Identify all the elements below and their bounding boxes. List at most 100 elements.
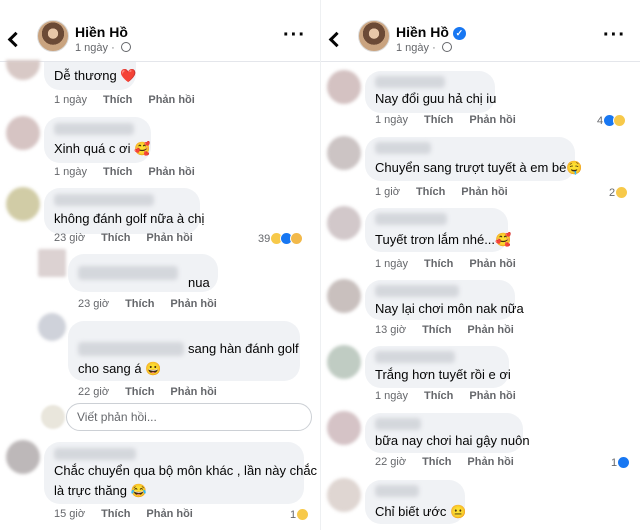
blurred-author-name [375, 142, 431, 154]
comment-actions: 1 ngày Thích Phản hồi [375, 258, 516, 270]
reply-button[interactable]: Phản hồi [146, 508, 192, 520]
avatar[interactable] [38, 313, 66, 341]
avatar[interactable] [6, 116, 40, 150]
reaction-count[interactable]: 4 [597, 114, 627, 127]
like-button[interactable]: Thích [416, 186, 445, 198]
blurred-author-name [54, 448, 136, 460]
like-button[interactable]: Thích [424, 114, 453, 126]
comment-actions: 1 ngày Thích Phản hồi [375, 114, 516, 126]
reply-button[interactable]: Phản hồi [467, 456, 513, 468]
blurred-author-name [375, 418, 421, 430]
globe-icon [120, 42, 131, 52]
comment-actions: 1 ngày Thích Phản hồi [54, 166, 195, 178]
like-button[interactable]: Thích [103, 94, 132, 106]
like-button[interactable]: Thích [103, 166, 132, 178]
reply-button[interactable]: Phản hồi [469, 390, 515, 402]
comment-text: Nay lại chơi môn nak nữa [375, 301, 524, 316]
post-header: Hiền Hồ ✓ 1 ngày · ··· [321, 0, 640, 62]
like-button[interactable]: Thích [422, 324, 451, 336]
comment-text: Trắng hơn tuyết rồi e ơi [375, 367, 511, 382]
reply-button[interactable]: Phản hồi [148, 166, 194, 178]
blurred-author-name [375, 485, 419, 497]
avatar[interactable] [37, 20, 69, 52]
blurred-author-name [54, 194, 154, 206]
comment-text: là trực thăng 😂 [54, 483, 147, 498]
haha-reaction-icon [613, 114, 627, 127]
avatar[interactable] [327, 70, 361, 104]
comment-text: không đánh golf nữa à chị [54, 211, 205, 226]
like-button[interactable]: Thích [424, 390, 453, 402]
verified-badge-icon: ✓ [452, 27, 466, 40]
reaction-count[interactable]: 1 [290, 508, 310, 521]
back-button[interactable] [328, 27, 345, 49]
reply-button[interactable]: Phản hồi [469, 258, 515, 270]
like-reaction-icon [617, 456, 631, 469]
avatar[interactable] [38, 249, 66, 277]
avatar[interactable] [6, 60, 40, 80]
haha-reaction-icon [615, 186, 629, 199]
like-button[interactable]: Thích [422, 456, 451, 468]
comment-actions: 22 giờ Thích Phản hồi [375, 456, 514, 468]
comment-text: Chỉ biết ước 😐 [375, 504, 467, 519]
reply-button[interactable]: Phản hồi [469, 114, 515, 126]
avatar[interactable] [327, 345, 361, 379]
like-button[interactable]: Thích [101, 508, 130, 520]
reply-button[interactable]: Phản hồi [467, 324, 513, 336]
avatar[interactable] [358, 20, 390, 52]
comment-actions: 1 ngày Thích Phản hồi [375, 390, 516, 402]
haha-reaction-icon [296, 508, 310, 521]
comment-text: bữa nay chơi hai gậy nuôn [375, 433, 530, 448]
post-time: 1 ngày · [396, 42, 452, 54]
reply-button[interactable]: Phản hồi [170, 386, 216, 398]
comment-actions: 23 giờ Thích Phản hồi [78, 298, 217, 310]
reaction-count[interactable]: 39 [258, 232, 304, 245]
comment-text: Dễ thương ❤️ [54, 68, 137, 83]
reaction-count[interactable]: 2 [609, 186, 629, 199]
comment-text: sang hàn đánh golf [188, 341, 299, 356]
reply-button[interactable]: Phản hồi [170, 298, 216, 310]
comment-actions: 1 giờ Thích Phản hồi [375, 186, 508, 198]
blurred-author-name [375, 76, 445, 88]
like-button[interactable]: Thích [101, 232, 130, 244]
chevron-left-icon [7, 31, 24, 48]
comment-actions: 15 giờ Thích Phản hồi [54, 508, 193, 520]
avatar[interactable] [6, 187, 40, 221]
avatar[interactable] [327, 411, 361, 445]
comment-text: cho sang á 😀 [78, 361, 162, 376]
more-options-button[interactable]: ··· [283, 25, 306, 45]
comment-actions: 22 giờ Thích Phản hồi [78, 386, 217, 398]
post-time: 1 ngày · [75, 42, 131, 54]
avatar[interactable] [327, 478, 361, 512]
comment-text: Chắc chuyển qua bộ môn khác , lần này ch… [54, 463, 318, 478]
reply-button[interactable]: Phản hồi [146, 232, 192, 244]
globe-icon [441, 42, 452, 52]
reply-input[interactable]: Viết phản hồi... [66, 403, 312, 431]
blurred-author-name [375, 351, 455, 363]
reaction-count[interactable]: 1 [611, 456, 631, 469]
blurred-author-name [375, 285, 459, 297]
comment-text: Chuyển sang trượt tuyết à em bé🤤 [375, 160, 583, 175]
reply-button[interactable]: Phản hồi [461, 186, 507, 198]
avatar[interactable] [327, 206, 361, 240]
avatar[interactable] [327, 136, 361, 170]
reply-button[interactable]: Phản hồi [148, 94, 194, 106]
blurred-author-name [375, 213, 447, 225]
author-name[interactable]: Hiền Hồ [75, 24, 128, 40]
avatar[interactable] [327, 279, 361, 313]
comment-text: nua [188, 275, 210, 290]
blurred-author-name [78, 266, 178, 280]
comment-actions: 1 ngày Thích Phản hồi [54, 94, 195, 106]
blurred-author-name [78, 342, 184, 356]
comment-actions: 23 giờ Thích Phản hồi [54, 232, 193, 244]
more-options-button[interactable]: ··· [603, 25, 626, 45]
author-name[interactable]: Hiền Hồ ✓ [396, 24, 466, 40]
like-button[interactable]: Thích [424, 258, 453, 270]
blurred-author-name [54, 123, 134, 135]
like-button[interactable]: Thích [125, 386, 154, 398]
avatar[interactable] [6, 440, 40, 474]
right-screenshot: Hiền Hồ ✓ 1 ngày · ··· Nay đổi guu hả chị… [320, 0, 640, 530]
comment-text: Tuyết trơn lắm nhé...🥰 [375, 232, 512, 247]
avatar [41, 405, 65, 429]
back-button[interactable] [7, 27, 24, 49]
like-button[interactable]: Thích [125, 298, 154, 310]
